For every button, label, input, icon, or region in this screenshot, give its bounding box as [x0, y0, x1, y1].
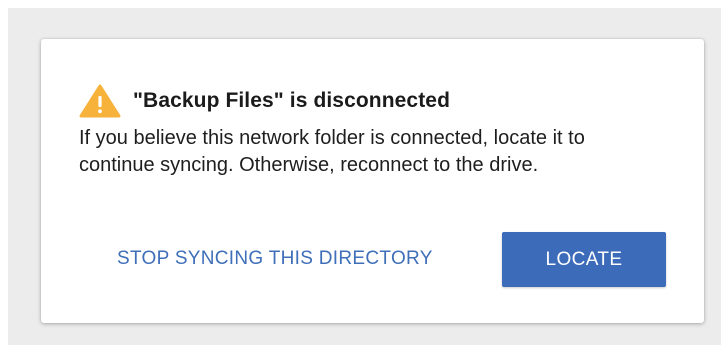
dialog-title: "Backup Files" is disconnected	[133, 89, 451, 112]
dialog-message: If you believe this network folder is co…	[79, 127, 585, 176]
locate-button[interactable]: LOCATE	[502, 232, 666, 287]
warning-icon	[79, 84, 121, 118]
dialog-header: "Backup Files" is disconnected	[79, 84, 451, 118]
disconnected-dialog: "Backup Files" is disconnected If you be…	[41, 39, 704, 323]
stop-syncing-button[interactable]: STOP SYNCING THIS DIRECTORY	[107, 239, 443, 279]
